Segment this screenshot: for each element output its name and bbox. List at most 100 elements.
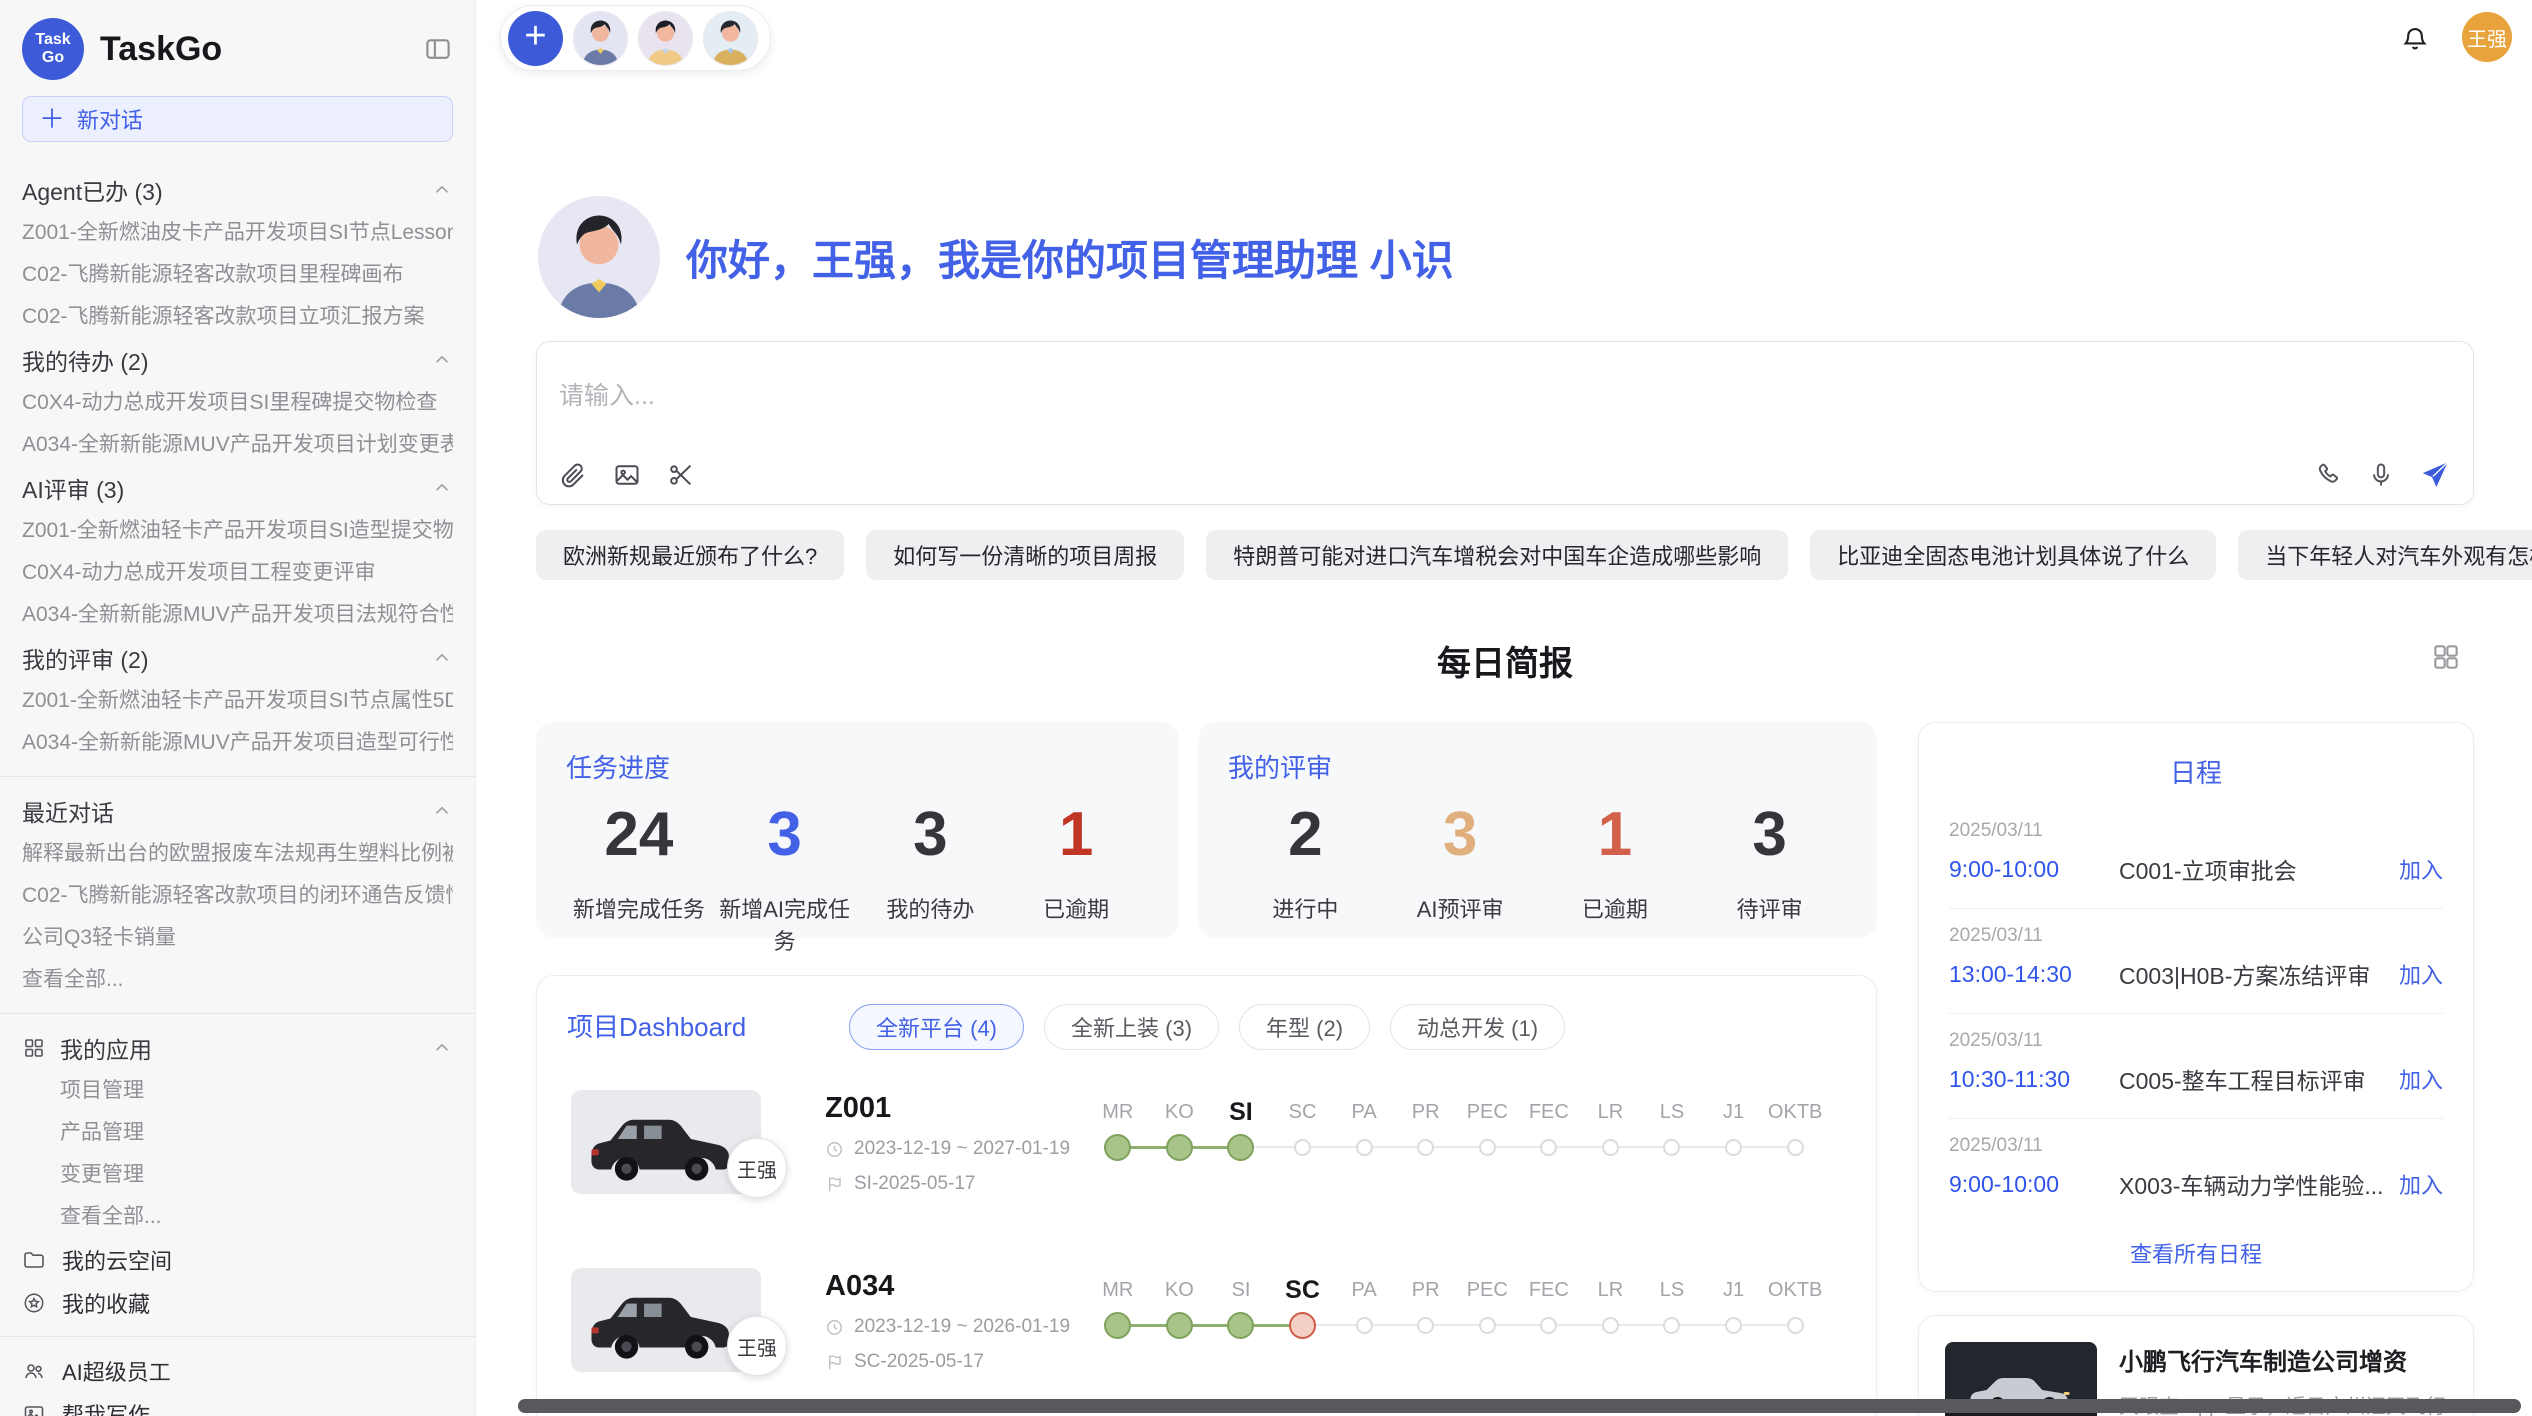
agent-avatar-3[interactable] [703, 11, 758, 66]
suggestion-chip[interactable]: 如何写一份清晰的项目周报 [866, 530, 1184, 580]
sidebar-item[interactable]: Z001-全新燃油皮卡产品开发项目SI节点Lesson Learn报告 [22, 212, 453, 254]
milestone-j1[interactable]: J1 [1703, 1094, 1765, 1164]
milestone-ko[interactable]: KO [1149, 1094, 1211, 1164]
milestone-mr[interactable]: MR [1087, 1272, 1149, 1342]
sidebar-link-folder[interactable]: 我的云空间 [22, 1238, 453, 1281]
sidebar-section-header[interactable]: 我的待办 (2) [22, 338, 453, 382]
sidebar-item[interactable]: Z001-全新燃油轻卡产品开发项目SI节点属性5D文件评审 [22, 680, 453, 722]
sidebar-item[interactable]: C0X4-动力总成开发项目SI里程碑提交物检查 [22, 382, 453, 424]
milestone-dot-wrap [1166, 1308, 1193, 1342]
sidebar-item[interactable]: A034-全新新能源MUV产品开发项目法规符合性评审 [22, 594, 453, 636]
app-item[interactable]: 变更管理 [22, 1154, 453, 1196]
dashboard-filter-pill[interactable]: 全新平台 (4) [849, 1004, 1024, 1050]
layout-grid-icon[interactable] [2424, 640, 2468, 674]
milestone-lr[interactable]: LR [1580, 1272, 1642, 1342]
join-meeting-link[interactable]: 加入 [2399, 958, 2443, 990]
sidebar-section-header[interactable]: Agent已办 (3) [22, 168, 453, 212]
join-meeting-link[interactable]: 加入 [2399, 1168, 2443, 1200]
app-item[interactable]: 查看全部... [22, 1196, 453, 1238]
milestone-label: OKTB [1768, 1272, 1822, 1308]
new-session-button[interactable]: + [508, 11, 563, 66]
milestone-ls[interactable]: LS [1641, 1272, 1703, 1342]
sidebar-item[interactable]: C0X4-动力总成开发项目工程变更评审 [22, 552, 453, 594]
sidebar-item[interactable]: Z001-全新燃油轻卡产品开发项目SI造型提交物评审 [22, 510, 453, 552]
milestone-si[interactable]: SI [1210, 1272, 1272, 1342]
recent-chat-item[interactable]: 查看全部... [22, 959, 453, 1001]
milestone-dot [1663, 1317, 1680, 1334]
join-meeting-link[interactable]: 加入 [2399, 853, 2443, 885]
milestone-oktb[interactable]: OKTB [1764, 1094, 1826, 1164]
milestone-dot [1725, 1139, 1742, 1156]
milestone-dot [1294, 1139, 1311, 1156]
chat-input-area[interactable]: 请输入... [559, 342, 2451, 446]
sidebar-section-title: 最近对话 [22, 794, 114, 828]
milestone-pr[interactable]: PR [1395, 1094, 1457, 1164]
image-icon [22, 1402, 46, 1416]
sidebar-collapse-icon[interactable] [423, 34, 453, 64]
milestone-pr[interactable]: PR [1395, 1272, 1457, 1342]
sidebar-item[interactable]: C02-飞腾新能源轻客改款项目里程碑画布 [22, 254, 453, 296]
suggestion-chip[interactable]: 欧洲新规最近颁布了什么? [536, 530, 844, 580]
recent-chat-item[interactable]: C02-飞腾新能源轻客改款项目的闭环通告反馈情况 [22, 875, 453, 917]
milestone-sc[interactable]: SC [1272, 1272, 1334, 1342]
milestone-fec[interactable]: FEC [1518, 1272, 1580, 1342]
recent-chat-item[interactable]: 公司Q3轻卡销量 [22, 917, 453, 959]
notification-bell-icon[interactable] [2398, 20, 2432, 54]
sidebar-item[interactable]: C02-飞腾新能源轻客改款项目立项汇报方案 [22, 296, 453, 338]
agent-avatar-1[interactable] [573, 11, 628, 66]
sidebar-link-users[interactable]: AI超级员工 [22, 1349, 453, 1392]
app-item[interactable]: 产品管理 [22, 1112, 453, 1154]
milestone-fec[interactable]: FEC [1518, 1094, 1580, 1164]
join-meeting-link[interactable]: 加入 [2399, 1063, 2443, 1095]
milestone-mr[interactable]: MR [1087, 1094, 1149, 1164]
milestone-ko[interactable]: KO [1149, 1272, 1211, 1342]
sidebar-link-image[interactable]: 帮我写作 [22, 1392, 453, 1416]
new-chat-button[interactable]: ＋ 新对话 [22, 96, 453, 142]
milestone-lr[interactable]: LR [1580, 1094, 1642, 1164]
milestone-label: PA [1352, 1094, 1377, 1130]
star-icon [22, 1291, 46, 1315]
suggestion-chip[interactable]: 比亚迪全固态电池计划具体说了什么 [1810, 530, 2216, 580]
milestone-pa[interactable]: PA [1333, 1094, 1395, 1164]
milestone-si[interactable]: SI [1210, 1094, 1272, 1164]
sidebar-item[interactable]: A034-全新新能源MUV产品开发项目造型可行性评审 [22, 722, 453, 764]
agent-avatar-2[interactable] [638, 11, 693, 66]
milestone-ls[interactable]: LS [1641, 1094, 1703, 1164]
schedule-entry: 2025/03/119:00-10:00X003-车辆动力学性能验...加入 [1949, 1118, 2443, 1223]
image-upload-icon[interactable] [613, 461, 641, 489]
horizontal-scrollbar[interactable] [518, 1399, 2521, 1413]
chat-input-card[interactable]: 请输入... [536, 341, 2474, 505]
milestone-label: PEC [1467, 1272, 1508, 1308]
phone-call-icon[interactable] [2315, 461, 2343, 489]
schedule-time: 10:30-11:30 [1949, 1066, 2119, 1093]
stat-label: 已逾期 [1538, 892, 1693, 924]
milestone-sc[interactable]: SC [1272, 1094, 1334, 1164]
attachment-icon[interactable] [559, 461, 587, 489]
milestone-oktb[interactable]: OKTB [1764, 1272, 1826, 1342]
sidebar-section-header[interactable]: AI评审 (3) [22, 466, 453, 510]
sidebar-link-star[interactable]: 我的收藏 [22, 1281, 453, 1324]
input-toolbar-right [2315, 459, 2451, 491]
sidebar-item[interactable]: A034-全新新能源MUV产品开发项目计划变更表编写 [22, 424, 453, 466]
recent-chat-item[interactable]: 解释最新出台的欧盟报废车法规再生塑料比例被调至15%... [22, 833, 453, 875]
scissors-icon[interactable] [667, 461, 695, 489]
app-item[interactable]: 项目管理 [22, 1070, 453, 1112]
user-avatar[interactable]: 王强 [2462, 12, 2512, 62]
view-all-schedule-link[interactable]: 查看所有日程 [1949, 1237, 2443, 1269]
milestone-dot-wrap [1417, 1130, 1434, 1164]
milestone-pec[interactable]: PEC [1456, 1272, 1518, 1342]
milestone-pec[interactable]: PEC [1456, 1094, 1518, 1164]
suggestion-chip[interactable]: 当下年轻人对汽车外观有怎样的喜好趋势 [2238, 530, 2532, 580]
dashboard-filter-pill[interactable]: 动总开发 (1) [1390, 1004, 1565, 1050]
suggestion-chip[interactable]: 特朗普可能对进口汽车增税会对中国车企造成哪些影响 [1206, 530, 1788, 580]
send-message-icon[interactable] [2419, 459, 2451, 491]
dashboard-filter-pill[interactable]: 全新上装 (3) [1044, 1004, 1219, 1050]
milestone-j1[interactable]: J1 [1703, 1272, 1765, 1342]
sidebar-section-header[interactable]: 我的评审 (2) [22, 636, 453, 680]
milestone-pa[interactable]: PA [1333, 1272, 1395, 1342]
sidebar-recent-header[interactable]: 最近对话 [22, 789, 453, 833]
dashboard-filter-pill[interactable]: 年型 (2) [1239, 1004, 1370, 1050]
schedule-date: 2025/03/11 [1949, 1135, 2443, 1157]
microphone-icon[interactable] [2367, 461, 2395, 489]
sidebar-apps-header[interactable]: 我的应用 [22, 1026, 453, 1070]
